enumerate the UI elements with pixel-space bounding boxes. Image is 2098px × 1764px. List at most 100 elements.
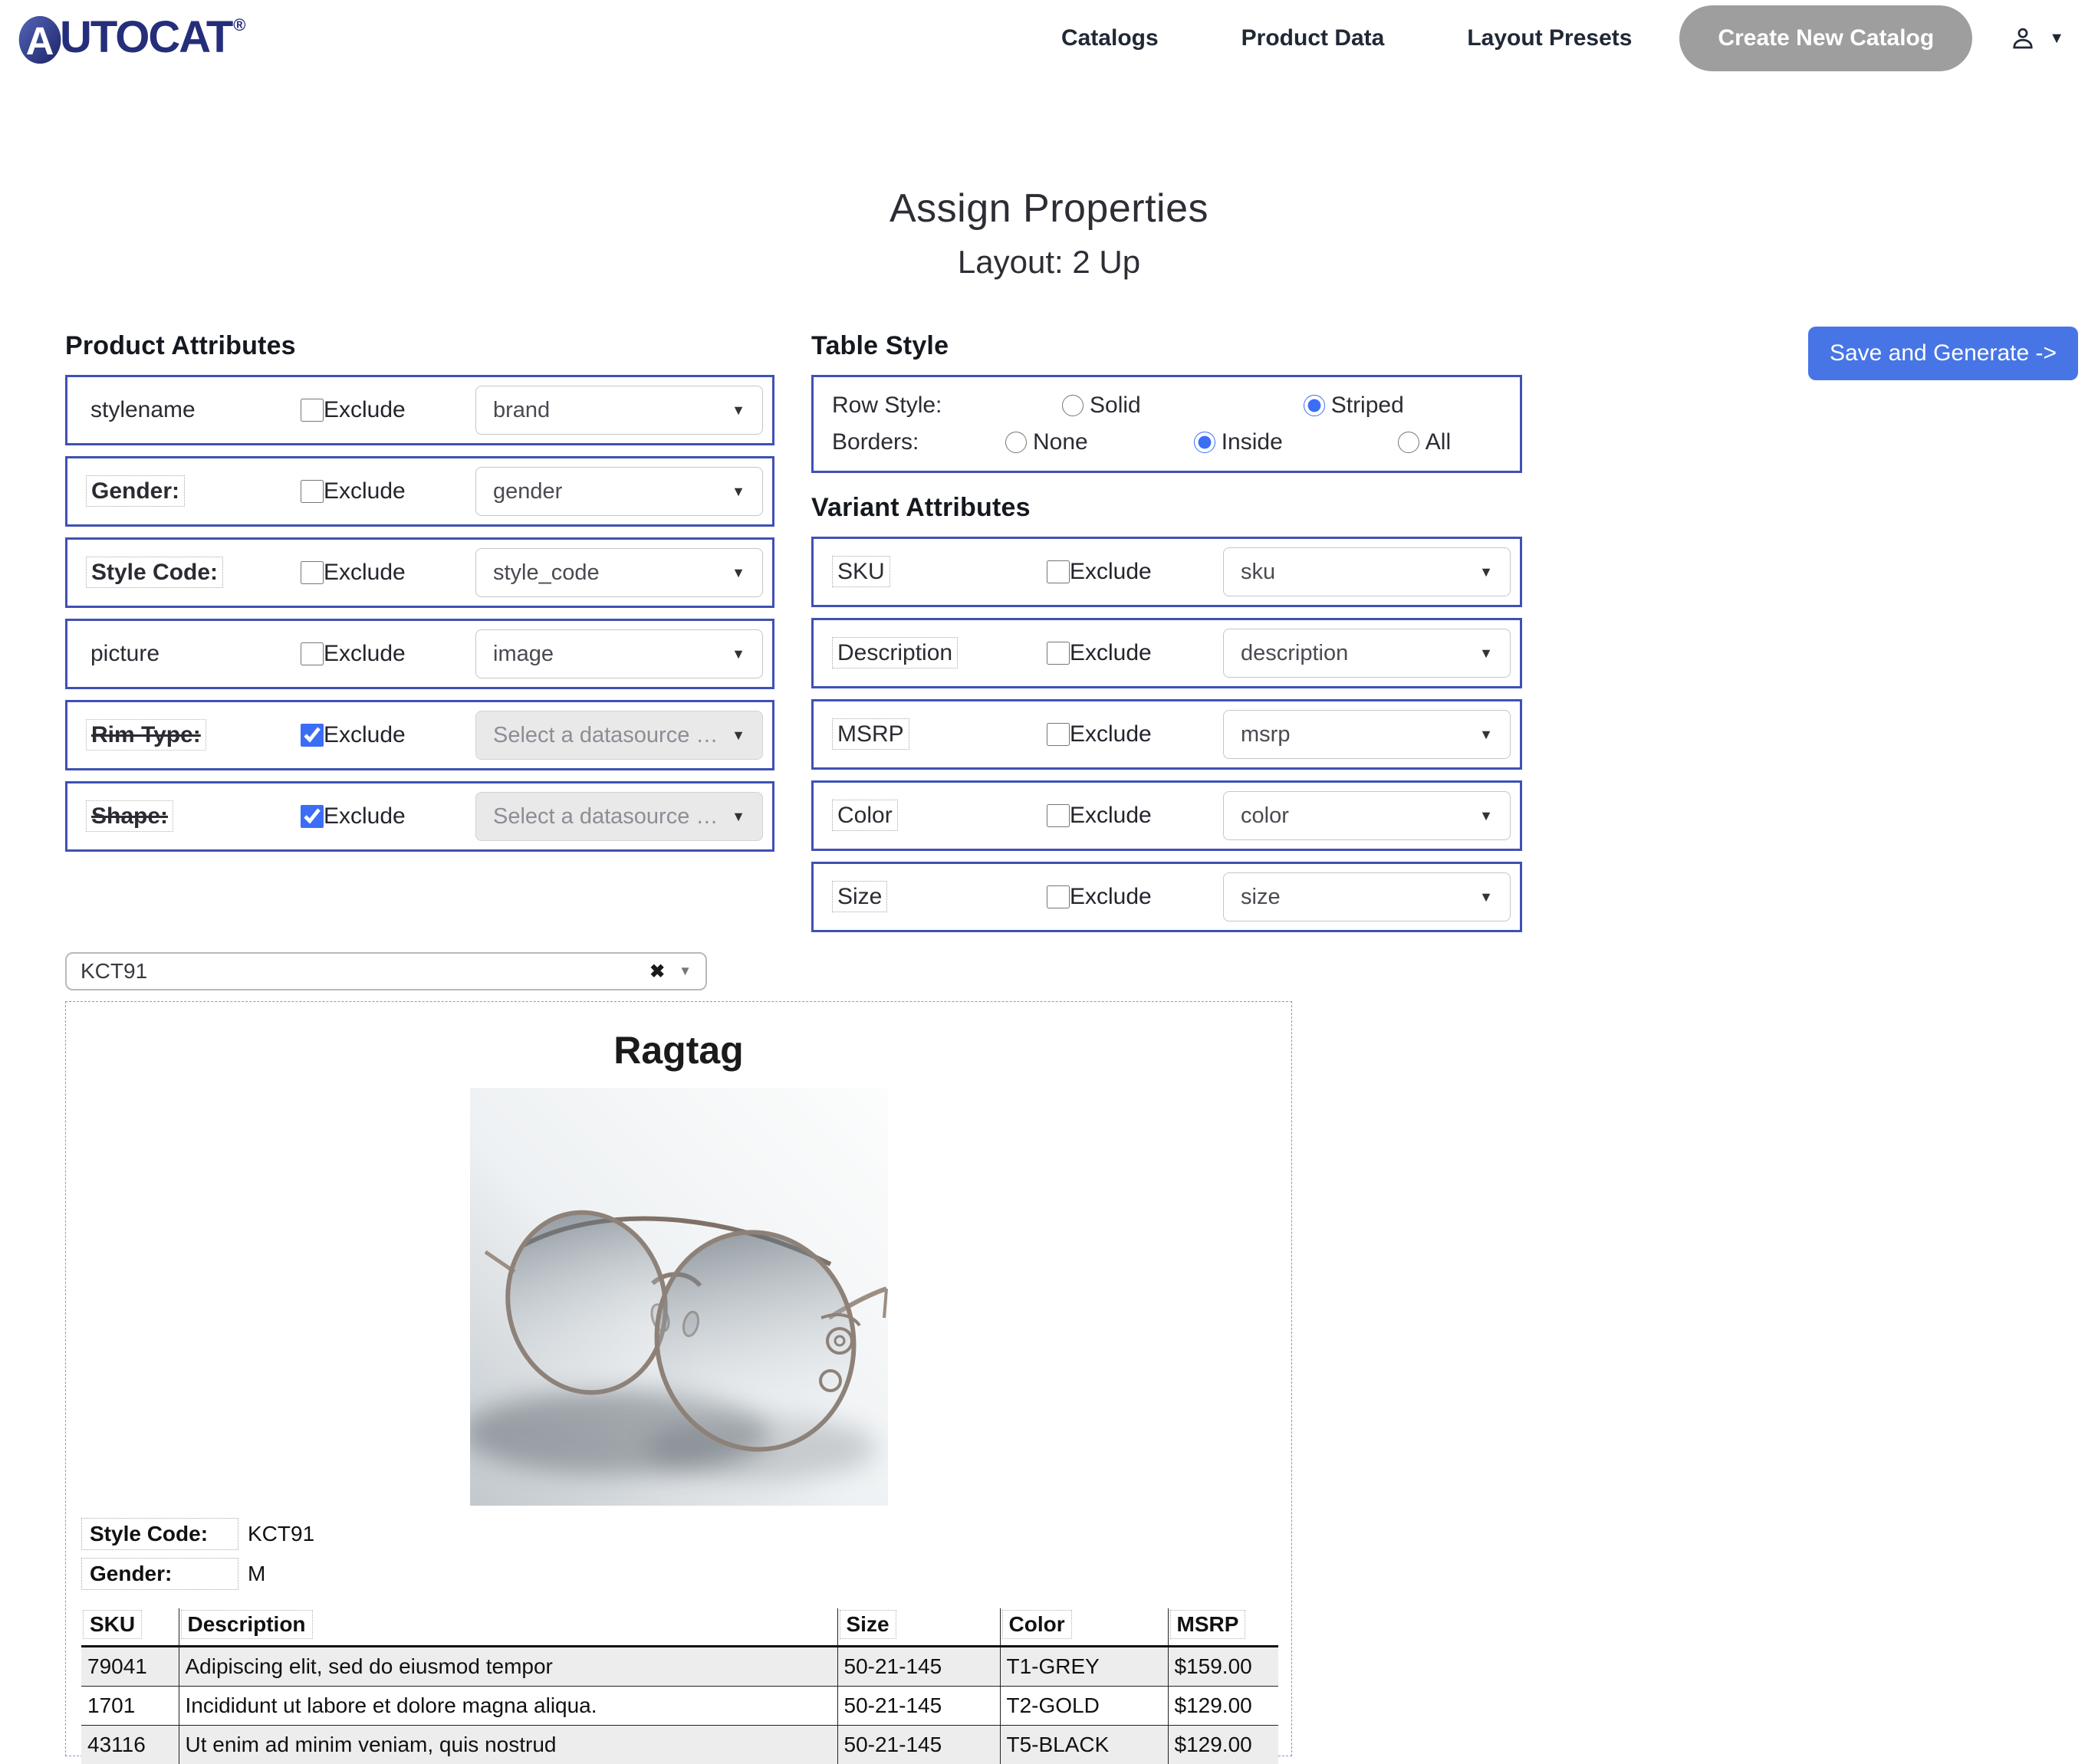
datasource-attribute-select[interactable]: style_code▼ bbox=[475, 548, 763, 597]
exclude-checkbox[interactable] bbox=[301, 724, 324, 747]
header-description[interactable]: Description bbox=[179, 1608, 837, 1647]
datasource-attribute-select[interactable]: color▼ bbox=[1223, 791, 1511, 840]
datasource-attribute-select[interactable]: gender▼ bbox=[475, 467, 763, 516]
exclude-checkbox[interactable] bbox=[301, 561, 324, 584]
page-title: Assign Properties bbox=[0, 186, 2098, 232]
autocat-logo[interactable]: A UTOCAT ® bbox=[17, 12, 246, 64]
attribute-row-size: Size Exclude size▼ bbox=[811, 862, 1522, 932]
radio-row-style-solid[interactable]: Solid bbox=[1062, 393, 1141, 419]
exclude-checkbox[interactable] bbox=[1047, 885, 1070, 908]
attribute-label: picture bbox=[86, 641, 301, 667]
datasource-attribute-select[interactable]: sku▼ bbox=[1223, 547, 1511, 596]
table-row: 43116 Ut enim ad minim veniam, quis nost… bbox=[81, 1726, 1278, 1764]
exclude-toggle[interactable]: Exclude bbox=[1047, 803, 1152, 829]
radio-row-style-striped[interactable]: Striped bbox=[1304, 393, 1404, 419]
autocat-logo-icon: A bbox=[17, 14, 64, 64]
exclude-toggle[interactable]: Exclude bbox=[1047, 884, 1152, 910]
chevron-down-icon: ▼ bbox=[1479, 727, 1493, 743]
user-icon bbox=[2009, 25, 2037, 52]
attribute-label: stylename bbox=[86, 397, 301, 423]
radio-borders-inside[interactable]: Inside bbox=[1194, 429, 1283, 455]
attribute-row-color: Color Exclude color▼ bbox=[811, 780, 1522, 851]
header-msrp[interactable]: MSRP bbox=[1168, 1608, 1278, 1647]
exclude-toggle[interactable]: Exclude bbox=[301, 560, 406, 586]
radio-input-solid[interactable] bbox=[1062, 395, 1084, 416]
variant-attributes-heading: Variant Attributes bbox=[811, 493, 1522, 523]
exclude-checkbox[interactable] bbox=[301, 399, 324, 422]
datasource-attribute-select[interactable]: brand▼ bbox=[475, 386, 763, 435]
datasource-attribute-select[interactable]: msrp▼ bbox=[1223, 710, 1511, 759]
datasource-attribute-select[interactable]: image▼ bbox=[475, 629, 763, 678]
chevron-down-icon: ▼ bbox=[732, 646, 745, 662]
registered-trademark: ® bbox=[233, 15, 245, 35]
gender-field-label[interactable]: Gender: bbox=[81, 1558, 238, 1590]
attribute-label: Size bbox=[832, 884, 1047, 910]
style-code-field-value: KCT91 bbox=[248, 1522, 314, 1546]
exclude-checkbox[interactable] bbox=[1047, 804, 1070, 827]
exclude-checkbox[interactable] bbox=[301, 480, 324, 503]
table-header-row: SKU Description Size Color MSRP bbox=[81, 1608, 1278, 1647]
chevron-down-icon: ▼ bbox=[1479, 564, 1493, 580]
datasource-attribute-select[interactable]: description▼ bbox=[1223, 629, 1511, 678]
create-new-catalog-button[interactable]: Create New Catalog bbox=[1679, 5, 1972, 71]
radio-input-all[interactable] bbox=[1398, 432, 1419, 453]
radio-input-none[interactable] bbox=[1005, 432, 1027, 453]
datasource-attribute-select[interactable]: Select a datasource attrib...▼ bbox=[475, 792, 763, 841]
attribute-row-stylecode: Style Code: Exclude style_code▼ bbox=[65, 537, 774, 608]
radio-borders-all[interactable]: All bbox=[1398, 429, 1451, 455]
exclude-toggle[interactable]: Exclude bbox=[301, 641, 406, 667]
exclude-checkbox[interactable] bbox=[1047, 723, 1070, 746]
attribute-label: Shape: bbox=[86, 803, 301, 829]
row-style-label: Row Style: bbox=[832, 393, 1001, 419]
exclude-checkbox[interactable] bbox=[301, 805, 324, 828]
nav-menu: Catalogs Product Data Layout Presets Cre… bbox=[978, 5, 2064, 71]
exclude-checkbox[interactable] bbox=[1047, 560, 1070, 583]
exclude-toggle[interactable]: Exclude bbox=[1047, 640, 1152, 666]
radio-input-inside[interactable] bbox=[1194, 432, 1215, 453]
chevron-down-icon[interactable]: ▼ bbox=[679, 964, 692, 979]
style-code-field: Style Code: KCT91 bbox=[81, 1518, 1291, 1550]
table-row: 79041 Adipiscing elit, sed do eiusmod te… bbox=[81, 1647, 1278, 1687]
properties-panel: Product Attributes stylename Exclude bra… bbox=[0, 331, 2098, 943]
chevron-down-icon: ▼ bbox=[732, 484, 745, 500]
exclude-toggle[interactable]: Exclude bbox=[1047, 721, 1152, 747]
chevron-down-icon: ▼ bbox=[732, 565, 745, 581]
style-code-combobox[interactable]: KCT91 ✖ ▼ bbox=[65, 952, 707, 990]
chevron-down-icon: ▼ bbox=[1479, 645, 1493, 662]
attribute-label: Gender: bbox=[86, 478, 301, 504]
variant-preview-table: SKU Description Size Color MSRP 79041 Ad… bbox=[81, 1608, 1278, 1764]
clear-selection-icon[interactable]: ✖ bbox=[649, 961, 665, 983]
attribute-row-sku: SKU Exclude sku▼ bbox=[811, 537, 1522, 607]
nav-item-catalogs[interactable]: Catalogs bbox=[1061, 25, 1159, 51]
product-title: Ragtag bbox=[66, 1028, 1291, 1073]
catalog-page-preview: Ragtag bbox=[65, 1001, 1292, 1756]
attribute-label: SKU bbox=[832, 559, 1047, 585]
attribute-row-description: Description Exclude description▼ bbox=[811, 618, 1522, 688]
chevron-down-icon: ▼ bbox=[1479, 808, 1493, 824]
style-code-field-label[interactable]: Style Code: bbox=[81, 1518, 238, 1550]
header-sku[interactable]: SKU bbox=[81, 1608, 179, 1647]
attribute-label: MSRP bbox=[832, 721, 1047, 747]
exclude-toggle[interactable]: Exclude bbox=[301, 803, 406, 829]
attribute-row-gender: Gender: Exclude gender▼ bbox=[65, 456, 774, 527]
exclude-toggle[interactable]: Exclude bbox=[301, 478, 406, 504]
nav-item-layout-presets[interactable]: Layout Presets bbox=[1467, 25, 1632, 51]
radio-input-striped[interactable] bbox=[1304, 395, 1325, 416]
datasource-attribute-select[interactable]: Select a datasource attrib...▼ bbox=[475, 711, 763, 760]
exclude-checkbox[interactable] bbox=[301, 642, 324, 665]
chevron-down-icon: ▼ bbox=[732, 402, 745, 419]
exclude-toggle[interactable]: Exclude bbox=[1047, 559, 1152, 585]
table-style-box: Row Style: Solid Striped Borders: None bbox=[811, 375, 1522, 473]
save-and-generate-button[interactable]: Save and Generate -> bbox=[1808, 327, 2078, 380]
datasource-attribute-select[interactable]: size▼ bbox=[1223, 872, 1511, 921]
header-color[interactable]: Color bbox=[1000, 1608, 1168, 1647]
user-menu[interactable]: ▼ bbox=[2009, 25, 2064, 52]
attribute-label: Rim Type: bbox=[86, 722, 301, 748]
exclude-toggle[interactable]: Exclude bbox=[301, 722, 406, 748]
radio-borders-none[interactable]: None bbox=[1005, 429, 1088, 455]
nav-item-product-data[interactable]: Product Data bbox=[1241, 25, 1385, 51]
exclude-checkbox[interactable] bbox=[1047, 642, 1070, 665]
exclude-toggle[interactable]: Exclude bbox=[301, 397, 406, 423]
header-size[interactable]: Size bbox=[837, 1608, 1000, 1647]
chevron-down-icon: ▼ bbox=[732, 809, 745, 825]
